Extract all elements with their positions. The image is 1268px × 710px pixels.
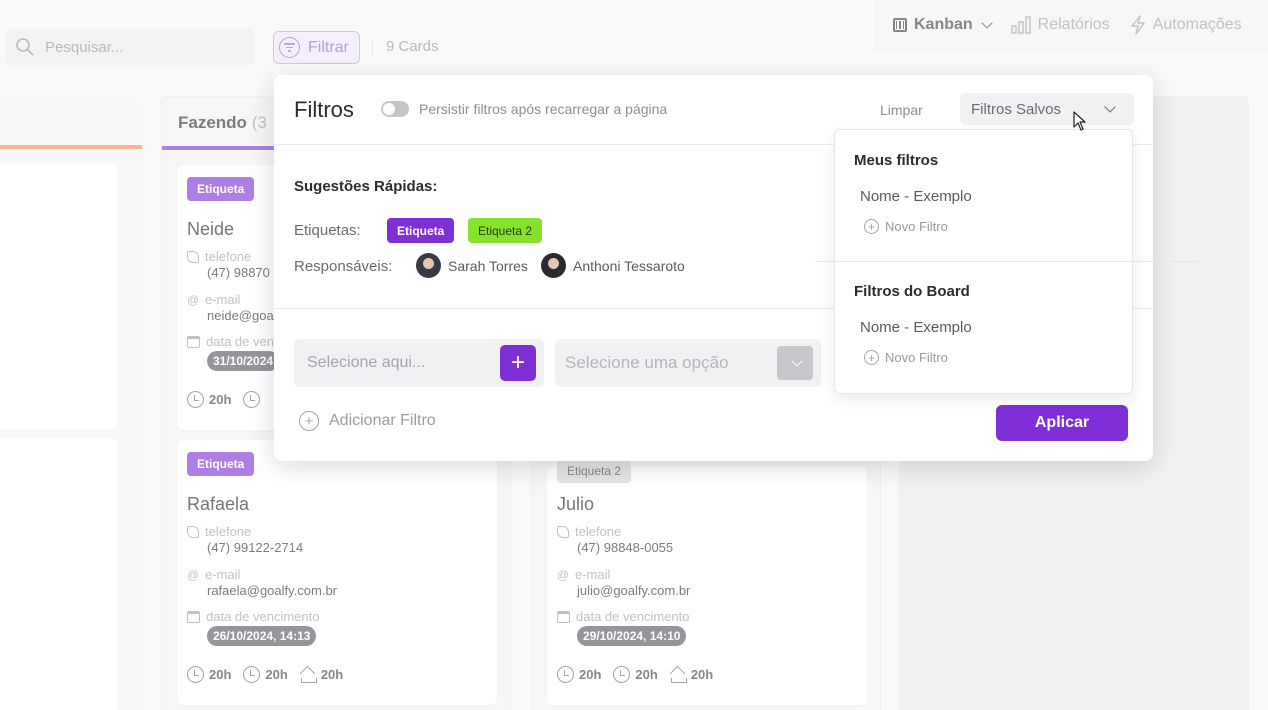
persist-filters-label: Persistir filtros após recarregar a pági…	[419, 101, 668, 117]
avatar	[541, 253, 566, 278]
saved-filter-item[interactable]: Nome - Exemplo	[860, 319, 972, 336]
my-filters-heading: Meus filtros	[854, 152, 939, 169]
add-filter-label: Adicionar Filtro	[329, 412, 436, 429]
new-filter-button[interactable]: + Novo Filtro	[864, 350, 948, 365]
plus-circle-icon: +	[299, 411, 319, 431]
new-filter-button[interactable]: + Novo Filtro	[864, 219, 948, 234]
clear-button[interactable]: Limpar	[880, 102, 923, 118]
responsible-name: Sarah Torres	[448, 257, 528, 274]
tag-chip[interactable]: Etiqueta	[387, 218, 455, 243]
saved-filter-item[interactable]: Nome - Exemplo	[860, 188, 972, 205]
responsible-chip[interactable]: Anthoni Tessaroto	[541, 253, 685, 278]
board-filters-heading: Filtros do Board	[854, 283, 970, 300]
persist-filters-toggle[interactable]	[381, 101, 409, 117]
panel-title: Filtros	[294, 97, 354, 122]
field-select[interactable]: Selecione aqui... +	[294, 339, 544, 387]
add-filter-button[interactable]: + Adicionar Filtro	[299, 411, 436, 431]
responsible-name: Anthoni Tessaroto	[573, 257, 685, 274]
chevron-down-icon	[790, 355, 803, 367]
plus-circle-icon: +	[864, 219, 879, 234]
new-filter-label: Novo Filtro	[885, 219, 948, 234]
quick-suggestions-title: Sugestões Rápidas:	[294, 178, 438, 195]
divider	[815, 261, 1199, 262]
apply-button[interactable]: Aplicar	[996, 405, 1128, 441]
new-filter-label: Novo Filtro	[885, 350, 948, 365]
mouse-pointer-icon	[1073, 111, 1086, 131]
responsibles-label: Responsáveis:	[294, 258, 393, 275]
saved-filters-label: Filtros Salvos	[971, 100, 1062, 118]
option-select-placeholder: Selecione uma opção	[565, 353, 729, 372]
add-option-button[interactable]: +	[500, 345, 536, 381]
field-select-placeholder: Selecione aqui...	[307, 354, 426, 371]
tag-chip[interactable]: Etiqueta 2	[468, 218, 543, 243]
saved-filters-menu: Meus filtros Nome - Exemplo + Novo Filtr…	[815, 129, 1199, 394]
avatar	[416, 253, 441, 278]
tags-label: Etiquetas:	[294, 222, 361, 239]
responsible-chip[interactable]: Sarah Torres	[416, 253, 528, 278]
chevron-down-icon	[1104, 101, 1116, 113]
option-select[interactable]: Selecione uma opção	[555, 339, 821, 387]
option-select-toggle[interactable]	[777, 346, 813, 380]
plus-circle-icon: +	[864, 350, 879, 365]
saved-filters-dropdown[interactable]: Filtros Salvos	[960, 93, 1134, 125]
